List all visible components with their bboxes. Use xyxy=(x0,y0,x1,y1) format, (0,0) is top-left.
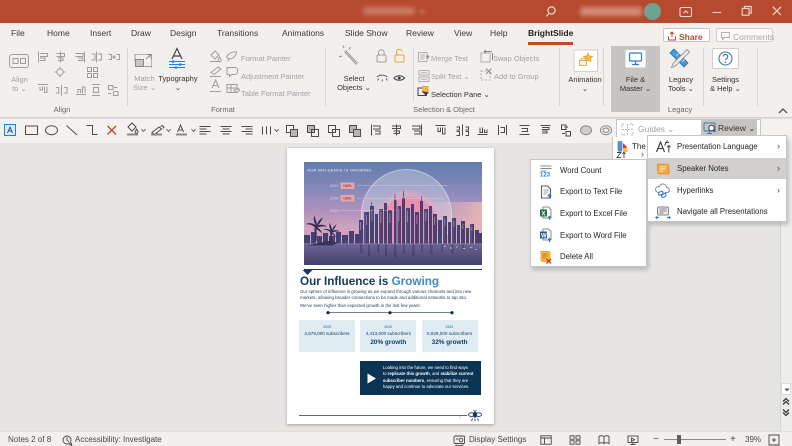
svg-text:2019: 2019 xyxy=(330,209,338,213)
svg-text:X: X xyxy=(542,212,546,218)
svg-text:+20%: +20% xyxy=(343,196,352,200)
svg-text:+32%: +32% xyxy=(343,184,352,188)
svg-text:2020: 2020 xyxy=(330,196,338,200)
svg-text:W: W xyxy=(541,233,547,239)
svg-text:OUR INFLUENCE IS GROWING: OUR INFLUENCE IS GROWING xyxy=(307,167,372,172)
svg-text:2021: 2021 xyxy=(330,184,338,188)
svg-text:123: 123 xyxy=(540,172,551,178)
